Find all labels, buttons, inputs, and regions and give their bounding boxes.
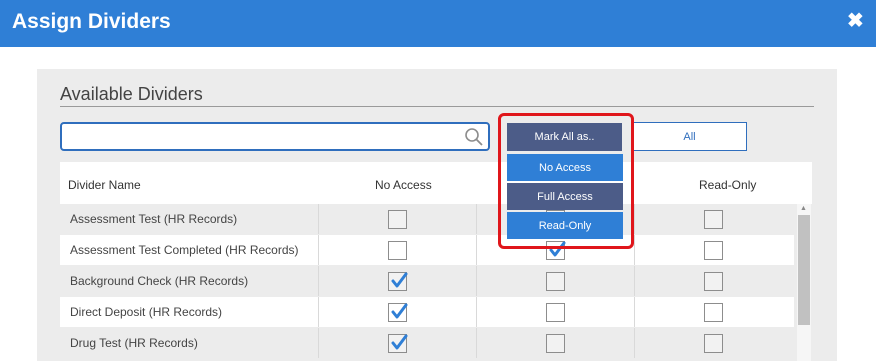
column-separator [634, 266, 635, 296]
column-separator [476, 297, 477, 327]
highlight-box [498, 113, 634, 249]
full-access-checkbox[interactable] [546, 334, 565, 353]
scrollbar-thumb[interactable] [798, 215, 810, 325]
search-icon[interactable] [464, 127, 484, 147]
dialog-title: Assign Dividers [12, 10, 171, 33]
no-access-checkbox[interactable] [388, 272, 408, 291]
header-no-access: No Access [375, 178, 432, 192]
column-separator [476, 266, 477, 296]
table-row: Assessment Test Completed (HR Records) [60, 235, 794, 265]
search-input[interactable] [68, 127, 458, 147]
read-only-checkbox[interactable] [704, 210, 723, 229]
column-separator [318, 297, 319, 327]
column-separator [318, 266, 319, 296]
table-row: Background Check (HR Records) [60, 266, 794, 296]
table-row: Direct Deposit (HR Records) [60, 297, 794, 327]
all-filter-button[interactable]: All [632, 122, 747, 151]
column-separator [634, 297, 635, 327]
divider-name-cell: Assessment Test Completed (HR Records) [70, 243, 299, 257]
column-separator [476, 235, 477, 265]
column-separator [476, 204, 477, 234]
no-access-checkbox[interactable] [388, 210, 407, 229]
dialog-titlebar: Assign Dividers ✖ [0, 0, 876, 47]
search-box[interactable] [60, 122, 490, 151]
no-access-checkbox[interactable] [388, 241, 407, 260]
header-divider-name: Divider Name [68, 178, 141, 192]
close-icon[interactable]: ✖ [847, 11, 864, 31]
no-access-checkbox[interactable] [388, 334, 408, 353]
no-access-checkbox[interactable] [388, 303, 408, 322]
table-row: Assessment Test (HR Records) [60, 204, 794, 234]
header-read-only: Read-Only [699, 178, 757, 192]
divider-name-cell: Assessment Test (HR Records) [70, 212, 238, 226]
full-access-checkbox[interactable] [546, 303, 565, 322]
table-header: Divider Name No Access Read-Only [60, 162, 812, 204]
divider-name-cell: Drug Test (HR Records) [70, 336, 198, 350]
column-separator [318, 204, 319, 234]
column-separator [318, 328, 319, 358]
column-separator [318, 235, 319, 265]
divider-name-cell: Direct Deposit (HR Records) [70, 305, 223, 319]
column-separator [634, 235, 635, 265]
divider-name-cell: Background Check (HR Records) [70, 274, 249, 288]
read-only-checkbox[interactable] [704, 272, 723, 291]
read-only-checkbox[interactable] [704, 303, 723, 322]
column-separator [634, 328, 635, 358]
read-only-checkbox[interactable] [704, 241, 723, 260]
scroll-up-icon[interactable]: ▲ [800, 205, 808, 213]
column-separator [476, 328, 477, 358]
section-divider [60, 106, 814, 107]
column-separator [634, 204, 635, 234]
table-row: Drug Test (HR Records) [60, 328, 794, 358]
section-title: Available Dividers [60, 84, 203, 104]
full-access-checkbox[interactable] [546, 272, 565, 291]
read-only-checkbox[interactable] [704, 334, 723, 353]
